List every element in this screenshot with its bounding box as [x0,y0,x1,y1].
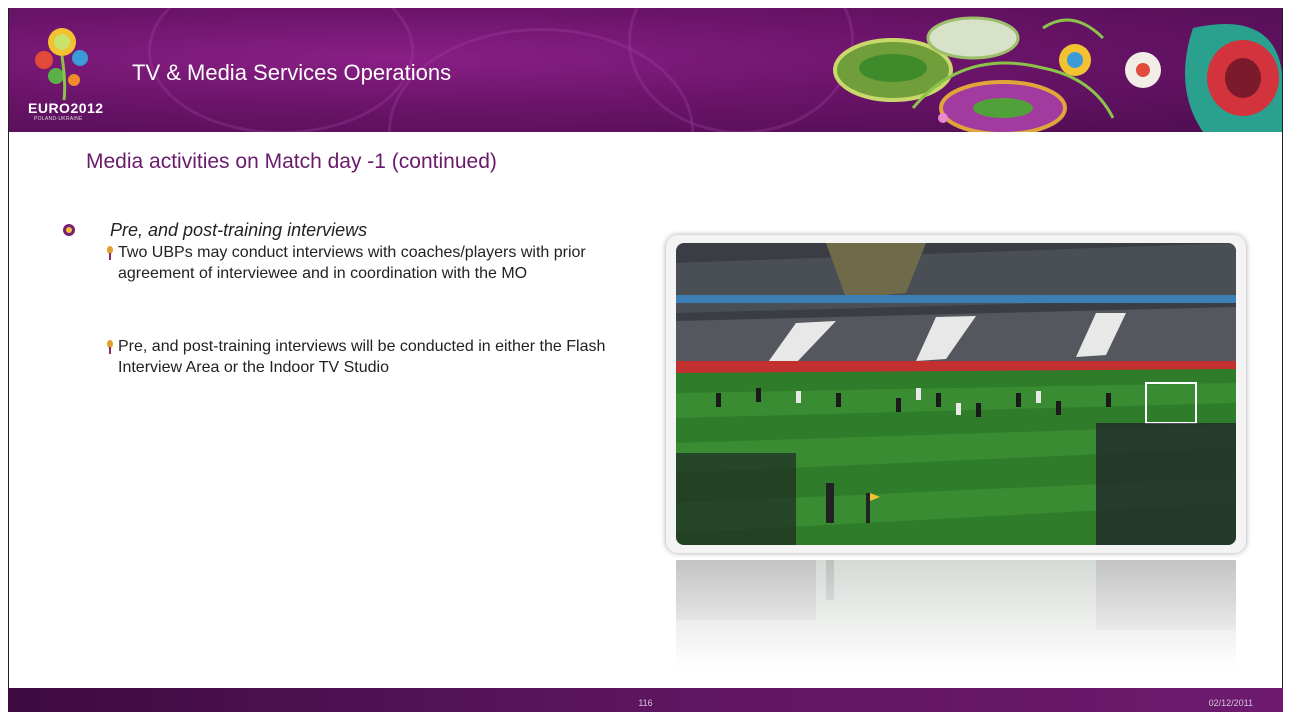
footer-date: 02/12/2011 [1208,698,1253,708]
stadium-training-photo [676,243,1236,545]
flower-bullet-icon [63,224,75,236]
slide-subtitle: Media activities on Match day -1 (contin… [86,150,497,173]
sub-bullet-text: Pre, and post-training interviews will b… [118,338,606,376]
flower-stem-bullet-icon [107,246,113,260]
main-bullet-text: Pre, and post-training interviews [110,220,368,240]
page-number: 116 [638,698,653,708]
sub-bullet: Two UBPs may conduct interviews with coa… [107,242,618,284]
sub-bullet-text: Two UBPs may conduct interviews with coa… [118,244,586,282]
photo-reflection [676,560,1236,670]
slide-footer: 116 02/12/2011 [8,688,1283,712]
sub-bullet: Pre, and post-training interviews will b… [107,336,618,378]
stadium-photo-frame [666,235,1246,553]
slide: EURO2012 POLAND-UKRAINE TV & Media Servi… [0,0,1291,724]
flower-stem-bullet-icon [107,340,113,354]
